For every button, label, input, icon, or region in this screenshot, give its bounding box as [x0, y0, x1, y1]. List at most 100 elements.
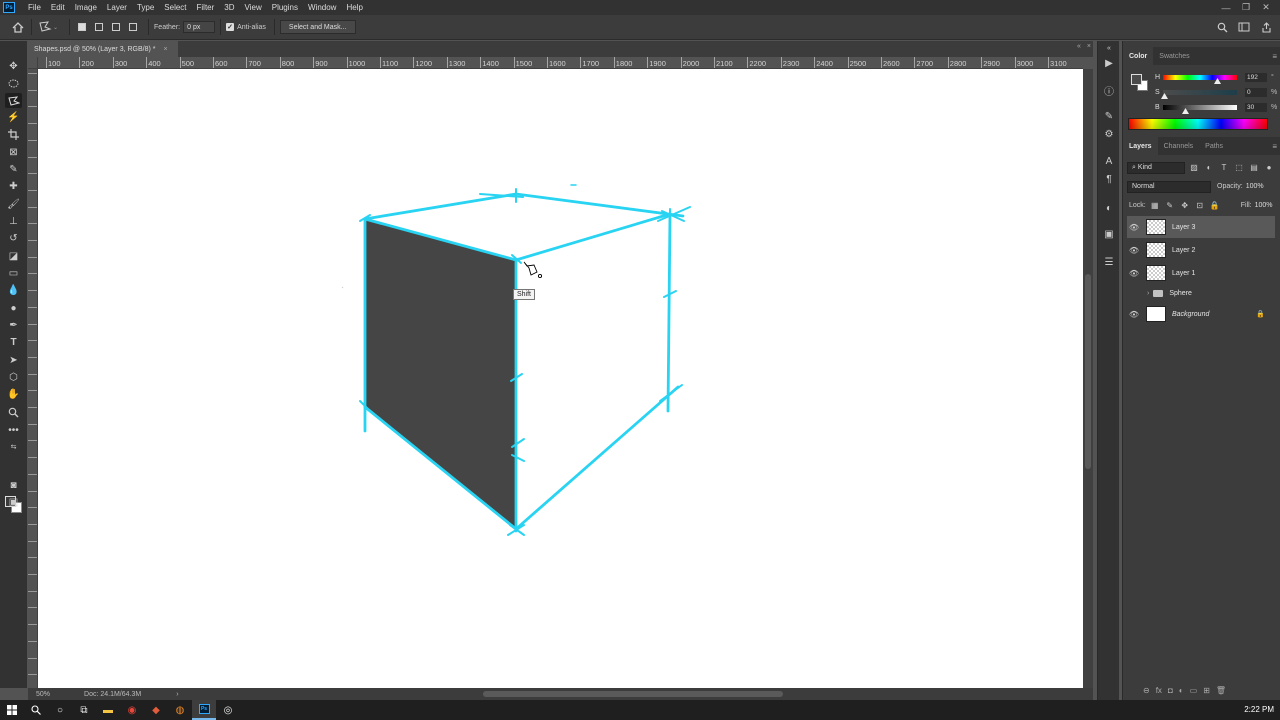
layer-row-layer-3[interactable]: 👁 Layer 3	[1127, 216, 1275, 238]
visibility-eye-icon[interactable]: 👁	[1127, 269, 1141, 278]
lock-image-icon[interactable]: ✎	[1164, 200, 1176, 212]
lock-all-icon[interactable]: 🔒	[1209, 200, 1221, 212]
blend-mode-select[interactable]: Normal	[1127, 180, 1211, 193]
lasso-tool-icon[interactable]	[5, 93, 22, 108]
color-spectrum-bar[interactable]	[1128, 118, 1268, 130]
add-mask-icon[interactable]: ◘	[1168, 686, 1173, 695]
windows-start-icon[interactable]	[0, 700, 24, 720]
character-icon[interactable]: A	[1102, 154, 1116, 168]
status-expand-icon[interactable]: ›	[176, 691, 178, 698]
new-adjustment-layer-icon[interactable]: ◐	[1179, 686, 1184, 695]
new-group-icon[interactable]: ▭	[1190, 686, 1198, 695]
libraries-icon[interactable]: ▣	[1102, 227, 1116, 241]
tab-layers[interactable]: Layers	[1123, 137, 1158, 155]
screen-mode-icon[interactable]: ▣	[5, 495, 22, 510]
app-icon[interactable]: ◆	[144, 700, 168, 720]
taskbar-search-icon[interactable]	[24, 700, 48, 720]
filter-toggle-icon[interactable]: ●	[1263, 162, 1275, 174]
filter-pixel-icon[interactable]: ▨	[1188, 162, 1200, 174]
app-orange-icon[interactable]: ◍	[168, 700, 192, 720]
color-panel-foreground-swatch[interactable]	[1131, 74, 1142, 85]
layer-filter-kind-select[interactable]: ⌕ Kind	[1127, 161, 1185, 174]
intersect-selection-icon[interactable]	[126, 20, 140, 34]
collapse-panels-icon[interactable]: «	[1077, 43, 1081, 50]
menu-layer[interactable]: Layer	[102, 0, 132, 15]
hue-slider[interactable]	[1163, 74, 1237, 84]
hand-tool-icon[interactable]: ✋	[5, 387, 22, 402]
crop-tool-icon[interactable]	[5, 127, 22, 142]
photoshop-taskbar-icon[interactable]: Ps	[192, 700, 216, 720]
blur-tool-icon[interactable]: 💧	[5, 283, 22, 298]
menu-file[interactable]: File	[23, 0, 46, 15]
paragraph-icon[interactable]: ¶	[1102, 172, 1116, 186]
properties-icon[interactable]: ☰	[1102, 255, 1116, 269]
adjustments-icon[interactable]: ◐	[1102, 201, 1116, 215]
swap-colors-icon[interactable]: ⇆	[5, 439, 22, 454]
saturation-slider[interactable]	[1161, 89, 1237, 99]
visibility-eye-icon[interactable]: 👁	[1127, 223, 1141, 232]
tool-preset-chevron-icon[interactable]: ⌄	[53, 24, 58, 31]
layer-row-background[interactable]: 👁 Background 🔒	[1127, 303, 1275, 325]
close-tab-icon[interactable]: ×	[164, 46, 168, 53]
brightness-value[interactable]: 30	[1245, 102, 1267, 112]
vertical-scrollbar[interactable]	[1083, 69, 1093, 688]
menu-plugins[interactable]: Plugins	[267, 0, 303, 15]
type-tool-icon[interactable]: T	[5, 335, 22, 350]
hue-value[interactable]: 192	[1245, 72, 1267, 82]
fill-value[interactable]: 100%	[1255, 202, 1273, 209]
gradient-tool-icon[interactable]: ▭	[5, 266, 22, 281]
path-selection-tool-icon[interactable]: ➤	[5, 353, 22, 368]
brush-tool-icon[interactable]: 🖌	[5, 197, 22, 212]
vertical-scroll-thumb[interactable]	[1085, 274, 1091, 469]
close-window-button[interactable]: ✕	[1256, 0, 1276, 15]
quick-mask-icon[interactable]: ◙	[5, 478, 22, 493]
visibility-eye-icon[interactable]: 👁	[1127, 246, 1141, 255]
new-layer-icon[interactable]: ⊞	[1203, 686, 1210, 695]
healing-brush-tool-icon[interactable]: ✚	[5, 179, 22, 194]
lock-transparency-icon[interactable]: ▦	[1149, 200, 1161, 212]
menu-select[interactable]: Select	[159, 0, 191, 15]
share-icon[interactable]	[1258, 19, 1274, 35]
filter-type-icon[interactable]: T	[1218, 162, 1230, 174]
group-expand-chevron-icon[interactable]: ›	[1147, 290, 1149, 297]
menu-image[interactable]: Image	[70, 0, 102, 15]
info-icon[interactable]: ⓘ	[1102, 83, 1116, 98]
filter-adjustment-icon[interactable]: ◐	[1203, 162, 1215, 174]
select-and-mask-button[interactable]: Select and Mask...	[279, 20, 356, 34]
ruler-corner[interactable]	[28, 57, 38, 69]
tab-paths[interactable]: Paths	[1199, 137, 1229, 155]
photoshop-logo[interactable]: Ps	[3, 2, 15, 13]
layer-row-sphere-group[interactable]: › Sphere	[1127, 284, 1275, 302]
magic-wand-tool-icon[interactable]: ⚡	[5, 110, 22, 125]
chrome-icon[interactable]: ◉	[120, 700, 144, 720]
pen-tool-icon[interactable]: ✒	[5, 318, 22, 333]
saturation-value[interactable]: 0	[1245, 87, 1267, 97]
subtract-selection-icon[interactable]	[109, 20, 123, 34]
menu-window[interactable]: Window	[303, 0, 341, 15]
move-tool-icon[interactable]: ✥	[5, 59, 22, 74]
vertical-ruler[interactable]	[28, 69, 38, 688]
clock[interactable]: 2:22 PM	[1244, 705, 1274, 714]
canvas-area[interactable]: Shift	[38, 69, 1083, 688]
brightness-slider[interactable]	[1163, 104, 1237, 114]
collapse-strip-icon[interactable]: «	[1102, 41, 1116, 55]
horizontal-scroll-thumb[interactable]	[483, 691, 783, 697]
opacity-value[interactable]: 100%	[1246, 183, 1264, 190]
filter-shape-icon[interactable]: ⬚	[1233, 162, 1245, 174]
shape-tool-icon[interactable]: ⬡	[5, 370, 22, 385]
menu-view[interactable]: View	[240, 0, 267, 15]
menu-type[interactable]: Type	[132, 0, 159, 15]
frame-tool-icon[interactable]: ⊠	[5, 145, 22, 160]
document-tab[interactable]: Shapes.psd @ 50% (Layer 3, RGB/8) * ×	[28, 41, 178, 57]
menu-filter[interactable]: Filter	[192, 0, 220, 15]
horizontal-ruler[interactable]: 100 200 300 400 500 600 700 800 900 1000 1100 1200 1…	[38, 57, 1083, 69]
workspace-icon[interactable]	[1236, 19, 1252, 35]
eraser-tool-icon[interactable]: ◪	[5, 249, 22, 264]
layer-row-layer-1[interactable]: 👁 Layer 1	[1127, 262, 1275, 284]
tab-channels[interactable]: Channels	[1158, 137, 1200, 155]
other-app-icon[interactable]: ◎	[216, 700, 240, 720]
lock-artboard-icon[interactable]: ⊡	[1194, 200, 1206, 212]
layer-row-layer-2[interactable]: 👁 Layer 2	[1127, 239, 1275, 261]
document-canvas[interactable]: Shift	[38, 69, 1083, 688]
feather-input[interactable]	[183, 21, 216, 33]
